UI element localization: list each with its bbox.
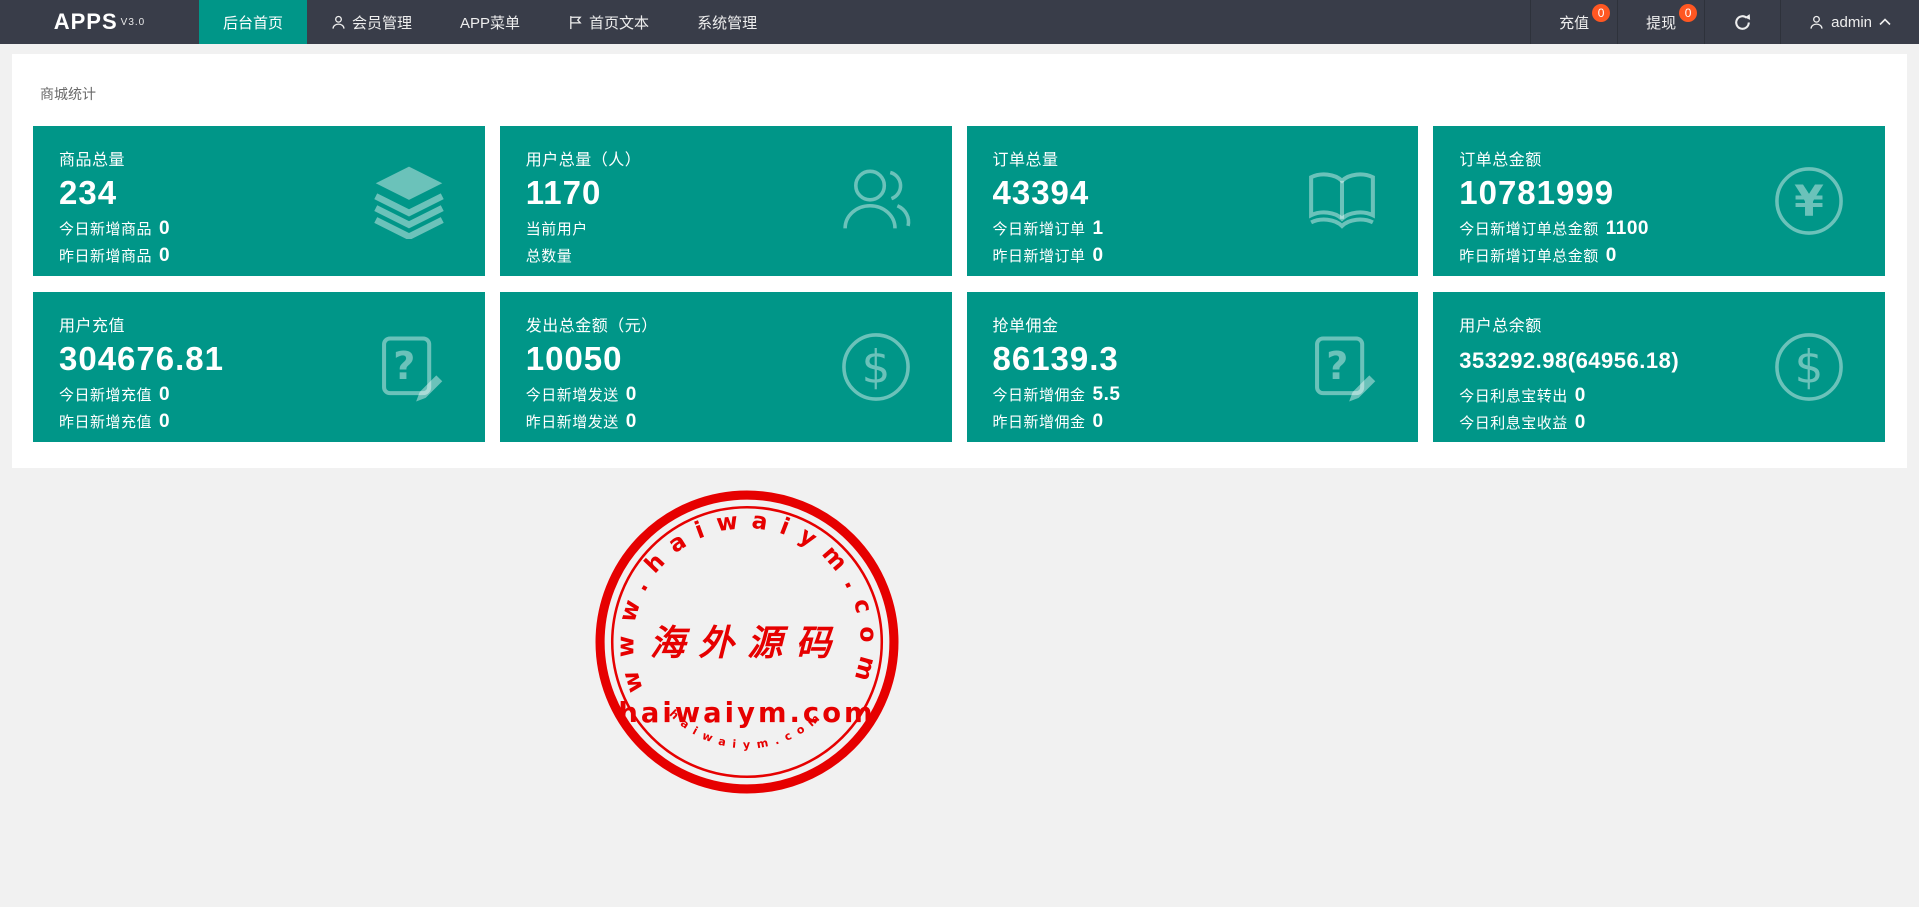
stat-card-grid: 商品总量 234 今日新增商品0 昨日新增商品0 用户总量（人） 1170 当前…: [33, 126, 1885, 442]
nav-item-label: APP菜单: [460, 12, 520, 33]
card-line-label: 今日新增商品: [59, 221, 152, 238]
nav-item-label: 会员管理: [352, 12, 412, 33]
withdraw-badge: 0: [1679, 4, 1697, 22]
svg-text:?: ?: [393, 344, 415, 388]
card-line-label: 今日新增佣金: [993, 387, 1086, 404]
nav-item-system[interactable]: 系统管理: [673, 0, 781, 44]
app-logo-version: V3.0: [121, 17, 146, 28]
card-line-value: 0: [1606, 245, 1617, 266]
svg-text:¥: ¥: [1794, 176, 1824, 226]
navbar-right: 充值 0 提现 0 admin: [1530, 0, 1919, 44]
stat-card-balance: 用户总余额 353292.98(64956.18) 今日利息宝转出0 今日利息宝…: [1433, 292, 1885, 442]
user-icon: [331, 15, 346, 30]
dollar-circle-icon: $: [838, 329, 914, 405]
card-line-value: 0: [159, 245, 170, 266]
stat-card-recharge: 用户充值 304676.81 今日新增充值0 昨日新增充值0 ?: [33, 292, 485, 442]
book-icon: [1304, 163, 1380, 239]
users-icon: [838, 163, 914, 239]
card-line-value: 5.5: [1093, 384, 1121, 405]
card-line-value: 1: [1093, 218, 1104, 239]
card-line: 总数量: [526, 245, 926, 267]
top-navbar: APPS V3.0 后台首页 会员管理 APP菜单 首页文本: [0, 0, 1919, 44]
card-line-label: 昨日新增订单: [993, 248, 1086, 265]
stat-card-order-amount: 订单总金额 10781999 今日新增订单总金额1100 昨日新增订单总金额0 …: [1433, 126, 1885, 276]
nav-item-label: 首页文本: [589, 12, 649, 33]
card-line-label: 昨日新增发送: [526, 414, 619, 431]
withdraw-button[interactable]: 提现 0: [1617, 0, 1704, 44]
stamp-center-chinese: 海外源码: [650, 623, 845, 664]
nav-item-dashboard[interactable]: 后台首页: [199, 0, 307, 44]
stat-card-users: 用户总量（人） 1170 当前用户 总数量: [500, 126, 952, 276]
stat-card-commission: 抢单佣金 86139.3 今日新增佣金5.5 昨日新增佣金0 ?: [967, 292, 1419, 442]
navbar-spacer: [781, 0, 1530, 44]
card-line-value: 0: [1575, 385, 1586, 406]
card-line-value: 1100: [1606, 218, 1649, 239]
layers-icon: [371, 163, 447, 239]
card-line: 昨日新增订单 0: [993, 245, 1393, 267]
card-line: 昨日新增发送 0: [526, 411, 926, 433]
card-line: 昨日新增订单总金额 0: [1459, 245, 1859, 267]
nav-item-members[interactable]: 会员管理: [307, 0, 436, 44]
card-line-value: 0: [626, 411, 637, 432]
svg-text:$: $: [861, 340, 890, 393]
card-line-label: 今日利息宝转出: [1459, 388, 1568, 405]
card-line-label: 昨日新增订单总金额: [1459, 248, 1599, 265]
chevron-up-icon: [1879, 18, 1891, 26]
refresh-icon: [1733, 13, 1752, 32]
app-logo-text: APPS: [54, 9, 118, 35]
section-title: 商城统计: [40, 84, 1885, 104]
card-line-label: 今日新增充值: [59, 387, 152, 404]
card-line-label: 今日新增发送: [526, 387, 619, 404]
app-logo: APPS V3.0: [0, 0, 199, 44]
nav-item-app-menu[interactable]: APP菜单: [436, 0, 544, 44]
stat-card-products: 商品总量 234 今日新增商品0 昨日新增商品0: [33, 126, 485, 276]
watermark-stamp: www.haiwaiym.com 海外源码 haiwaiym.com haiwa…: [595, 490, 899, 794]
card-line: 昨日新增商品 0: [59, 245, 459, 267]
user-menu[interactable]: admin: [1780, 0, 1919, 44]
card-line-value: 0: [159, 218, 170, 239]
file-edit-icon: ?: [371, 329, 447, 405]
card-line: 昨日新增充值 0: [59, 411, 459, 433]
card-line-value: 0: [1093, 411, 1104, 432]
nav-item-label: 后台首页: [223, 12, 283, 33]
card-line: 今日利息宝收益 0: [1459, 412, 1859, 434]
card-line-value: 0: [159, 411, 170, 432]
refresh-button[interactable]: [1704, 0, 1780, 44]
withdraw-label: 提现: [1646, 12, 1676, 33]
card-line-value: 0: [1575, 412, 1586, 433]
recharge-badge: 0: [1592, 4, 1610, 22]
yen-circle-icon: ¥: [1771, 163, 1847, 239]
card-line-label: 当前用户: [526, 221, 588, 238]
card-line-value: 0: [159, 384, 170, 405]
svg-text:$: $: [1795, 340, 1824, 393]
card-line-label: 昨日新增充值: [59, 414, 152, 431]
user-icon: [1809, 15, 1824, 30]
stats-panel: 商城统计 商品总量 234 今日新增商品0 昨日新增商品0 用户总量（人） 11…: [12, 54, 1907, 468]
card-line-label: 昨日新增佣金: [993, 414, 1086, 431]
card-line-label: 总数量: [526, 248, 573, 265]
card-line-value: 0: [1093, 245, 1104, 266]
stat-card-orders: 订单总量 43394 今日新增订单1 昨日新增订单0: [967, 126, 1419, 276]
card-line-value: 0: [626, 384, 637, 405]
dollar-circle-icon: $: [1771, 329, 1847, 405]
flag-icon: [568, 15, 583, 30]
username: admin: [1831, 14, 1872, 31]
recharge-label: 充值: [1559, 12, 1589, 33]
file-edit-icon: ?: [1304, 329, 1380, 405]
card-line-label: 今日新增订单: [993, 221, 1086, 238]
nav-item-label: 系统管理: [697, 12, 757, 33]
recharge-button[interactable]: 充值 0: [1530, 0, 1617, 44]
card-line-label: 昨日新增商品: [59, 248, 152, 265]
card-line-label: 今日新增订单总金额: [1459, 221, 1599, 238]
main-menu: 后台首页 会员管理 APP菜单 首页文本 系统管理: [199, 0, 781, 44]
svg-text:?: ?: [1326, 344, 1348, 388]
card-line: 昨日新增佣金 0: [993, 411, 1393, 433]
card-line-label: 今日利息宝收益: [1459, 415, 1568, 432]
stamp-center-domain: haiwaiym.com: [618, 698, 875, 729]
stat-card-sent-amount: 发出总金额（元） 10050 今日新增发送0 昨日新增发送0 $: [500, 292, 952, 442]
nav-item-home-text[interactable]: 首页文本: [544, 0, 673, 44]
